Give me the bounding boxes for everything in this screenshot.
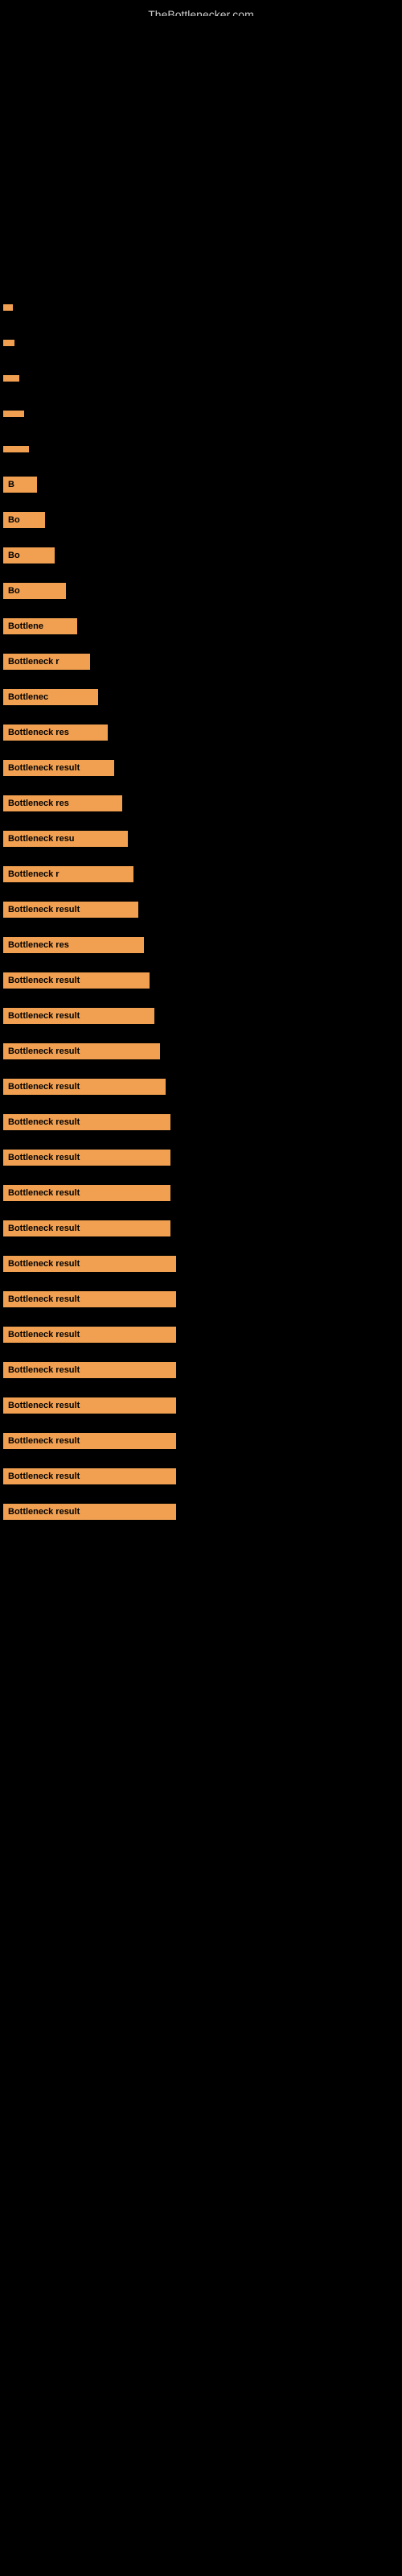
bars-container: B Bo Bo Bo Bottlene Bottleneck r Bottlenec Bott… (0, 290, 402, 1530)
bar-label: Bottleneck result (3, 1150, 170, 1166)
bar-row (0, 361, 402, 396)
bar-row: B (0, 467, 402, 502)
bar-label: Bottleneck resu (3, 831, 128, 847)
bar-label: Bottleneck result (3, 1433, 176, 1449)
bar-row: Bottleneck result (0, 1246, 402, 1282)
bar-label: Bottleneck result (3, 1362, 176, 1378)
bar-label: Bottleneck res (3, 724, 108, 741)
bar-label: Bottleneck r (3, 866, 133, 882)
bar-row: Bottleneck result (0, 963, 402, 998)
bar-row: Bottleneck resu (0, 821, 402, 857)
bar-row: Bottleneck r (0, 857, 402, 892)
bar-row (0, 325, 402, 361)
bar-label: Bottleneck result (3, 1327, 176, 1343)
bar-row: Bottleneck result (0, 1388, 402, 1423)
bar-label: Bottleneck result (3, 902, 138, 918)
bar-row (0, 290, 402, 325)
bar-label (3, 446, 29, 452)
bar-row: Bottleneck res (0, 927, 402, 963)
bar-row (0, 431, 402, 467)
chart-area (0, 16, 402, 290)
bar-row: Bottleneck res (0, 786, 402, 821)
bar-row: Bottleneck result (0, 1034, 402, 1069)
bar-label: B (3, 477, 37, 493)
bar-label: Bottlene (3, 618, 77, 634)
bar-label: Bottleneck result (3, 1043, 160, 1059)
bar-label: Bottleneck result (3, 1008, 154, 1024)
bar-row: Bottlene (0, 609, 402, 644)
bar-label: Bottleneck res (3, 795, 122, 811)
bar-row: Bottleneck result (0, 1282, 402, 1317)
bar-row: Bottleneck result (0, 892, 402, 927)
bar-row: Bottleneck result (0, 750, 402, 786)
bar-row: Bottlenec (0, 679, 402, 715)
bar-label: Bottleneck result (3, 972, 150, 989)
bar-label: Bottleneck result (3, 760, 114, 776)
bar-row: Bottleneck result (0, 1104, 402, 1140)
bar-row: Bottleneck result (0, 1140, 402, 1175)
bar-row: Bottleneck result (0, 1459, 402, 1494)
bar-label: Bottleneck result (3, 1397, 176, 1414)
bar-row: Bo (0, 573, 402, 609)
bar-row: Bottleneck r (0, 644, 402, 679)
bar-row (0, 396, 402, 431)
bar-label: Bottlenec (3, 689, 98, 705)
bar-row: Bo (0, 538, 402, 573)
bar-label: Bottleneck result (3, 1079, 166, 1095)
bar-label: Bo (3, 547, 55, 564)
bar-label (3, 304, 13, 311)
bar-row: Bottleneck result (0, 998, 402, 1034)
bar-label: Bottleneck result (3, 1256, 176, 1272)
bar-label: Bottleneck result (3, 1220, 170, 1236)
bar-row: Bottleneck result (0, 1317, 402, 1352)
bar-label: Bottleneck result (3, 1468, 176, 1484)
bar-label: Bo (3, 583, 66, 599)
bar-label: Bottleneck r (3, 654, 90, 670)
bar-label: Bottleneck result (3, 1291, 176, 1307)
bar-row: Bottleneck result (0, 1069, 402, 1104)
bar-label: Bottleneck result (3, 1185, 170, 1201)
bar-row: Bottleneck result (0, 1352, 402, 1388)
bar-row: Bottleneck result (0, 1494, 402, 1530)
bar-label: Bottleneck result (3, 1504, 176, 1520)
bar-label: Bo (3, 512, 45, 528)
bar-label (3, 411, 24, 417)
bar-label (3, 340, 14, 346)
bar-row: Bottleneck result (0, 1175, 402, 1211)
bar-label: Bottleneck res (3, 937, 144, 953)
bar-label (3, 375, 19, 382)
bar-row: Bo (0, 502, 402, 538)
bar-row: Bottleneck res (0, 715, 402, 750)
bar-label: Bottleneck result (3, 1114, 170, 1130)
bar-row: Bottleneck result (0, 1423, 402, 1459)
bar-row: Bottleneck result (0, 1211, 402, 1246)
